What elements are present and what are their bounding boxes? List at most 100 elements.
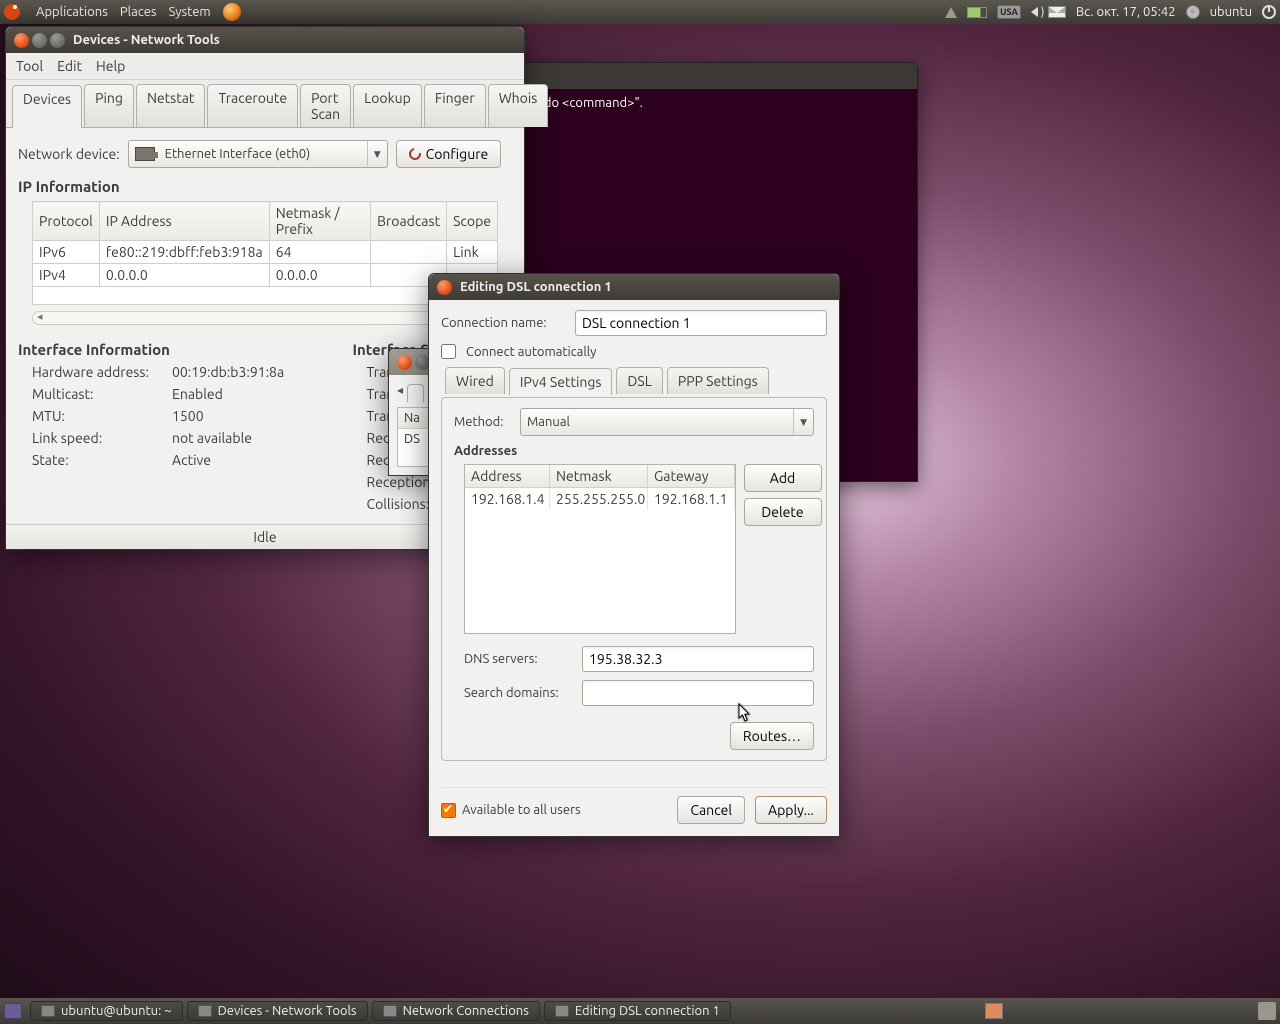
linkspeed-value: not available	[172, 430, 323, 446]
col-address[interactable]: Address	[465, 465, 550, 488]
edit-dsl-dialog: Editing DSL connection 1 Connection name…	[428, 273, 840, 837]
menu-system[interactable]: System	[169, 5, 211, 19]
firefox-icon[interactable]	[223, 3, 241, 21]
user-name[interactable]: ubuntu	[1210, 5, 1252, 19]
maximize-icon[interactable]	[50, 33, 65, 48]
user-icon[interactable]: ◦	[1186, 5, 1200, 19]
menu-places[interactable]: Places	[120, 5, 157, 19]
wifi-icon[interactable]	[945, 7, 957, 18]
add-button[interactable]: Add	[744, 464, 822, 492]
tab-netstat[interactable]: Netstat	[136, 84, 205, 127]
nettools-tabbar: Devices Ping Netstat Traceroute Port Sca…	[6, 80, 524, 127]
task-netconn[interactable]: Network Connections	[372, 1001, 540, 1021]
tab-traceroute[interactable]: Traceroute	[207, 84, 298, 127]
addresses-table[interactable]: Address Netmask Gateway 192.168.1.4 255.…	[464, 464, 736, 634]
wrench-icon	[406, 146, 423, 163]
col-broadcast[interactable]: Broadcast	[371, 202, 447, 241]
mtu-label: MTU:	[32, 408, 172, 424]
tab-ipv4[interactable]: IPv4 Settings	[509, 368, 613, 395]
nettools-title: Devices - Network Tools	[73, 33, 220, 47]
tab-dsl[interactable]: DSL	[616, 367, 662, 394]
autoconnect-checkbox[interactable]	[441, 344, 456, 359]
col-netmask2[interactable]: Netmask	[550, 465, 648, 488]
ubuntu-logo-icon	[4, 4, 20, 20]
linkspeed-label: Link speed:	[32, 430, 172, 446]
dns-label: DNS servers:	[464, 652, 572, 666]
method-label: Method:	[454, 415, 510, 429]
tab-ping[interactable]: Ping	[84, 84, 134, 127]
network-device-combo[interactable]: Ethernet Interface (eth0) ▼	[128, 140, 388, 168]
ip-information-heading: IP Information	[18, 178, 512, 195]
menu-applications[interactable]: Applications	[36, 5, 108, 19]
close-icon[interactable]	[437, 280, 452, 295]
keyboard-layout-indicator[interactable]: USA	[997, 5, 1021, 19]
col-gateway[interactable]: Gateway	[648, 465, 735, 488]
connname-input[interactable]	[575, 310, 827, 336]
task-nettools[interactable]: Devices - Network Tools	[187, 1001, 368, 1021]
tab-devices[interactable]: Devices	[12, 85, 82, 128]
col-scope[interactable]: Scope	[447, 202, 498, 241]
searchdomains-input[interactable]	[582, 680, 814, 706]
routes-button[interactable]: Routes…	[730, 722, 814, 750]
menu-tool[interactable]: Tool	[16, 58, 43, 74]
col-netmask[interactable]: Netmask / Prefix	[269, 202, 370, 241]
network-icon	[555, 1005, 569, 1017]
autoconnect-label: Connect automatically	[466, 345, 596, 359]
tab-fragment[interactable]	[407, 384, 424, 402]
terminal-icon	[41, 1005, 55, 1017]
mtu-value: 1500	[172, 408, 323, 424]
multicast-label: Multicast:	[32, 386, 172, 402]
menu-help[interactable]: Help	[96, 58, 125, 74]
dsl-title: Editing DSL connection 1	[460, 280, 612, 294]
cancel-button[interactable]: Cancel	[677, 796, 745, 824]
tab-finger[interactable]: Finger	[424, 84, 486, 127]
dns-input[interactable]	[582, 646, 814, 672]
nettools-titlebar[interactable]: Devices - Network Tools	[6, 27, 524, 53]
table-row[interactable]: IPv6 fe80::219:dbff:feb3:918a 64 Link	[33, 241, 498, 264]
col-ipaddress[interactable]: IP Address	[99, 202, 269, 241]
window-icon	[198, 1005, 212, 1017]
connname-label: Connection name:	[441, 316, 565, 330]
nic-icon	[135, 147, 155, 161]
col-protocol[interactable]: Protocol	[33, 202, 100, 241]
close-icon[interactable]	[14, 33, 29, 48]
top-panel: Applications Places System USA Вс. окт. …	[0, 0, 1280, 24]
method-value: Manual	[527, 415, 783, 429]
table-row[interactable]: 192.168.1.4 255.255.255.0 192.168.1.1	[465, 488, 735, 510]
workspace-switcher-icon[interactable]	[985, 1003, 1003, 1019]
state-label: State:	[32, 452, 172, 468]
mail-icon[interactable]	[1048, 6, 1066, 18]
tab-ppp[interactable]: PPP Settings	[667, 367, 769, 394]
task-dsl[interactable]: Editing DSL connection 1	[544, 1001, 731, 1021]
clock[interactable]: Вс. окт. 17, 05:42	[1076, 5, 1176, 19]
tab-lookup[interactable]: Lookup	[353, 84, 422, 127]
close-icon[interactable]	[397, 355, 412, 370]
show-desktop-icon[interactable]	[4, 1003, 22, 1019]
method-combo[interactable]: Manual ▼	[520, 408, 814, 436]
chevron-left-icon[interactable]: ◂	[397, 383, 403, 401]
configure-button[interactable]: Configure	[396, 140, 502, 168]
volume-icon[interactable]	[1031, 7, 1038, 17]
trash-icon[interactable]	[1258, 1002, 1276, 1020]
battery-icon[interactable]	[967, 7, 987, 18]
dsl-titlebar[interactable]: Editing DSL connection 1	[429, 274, 839, 300]
hwaddr-label: Hardware address:	[32, 364, 172, 380]
multicast-value: Enabled	[172, 386, 323, 402]
network-icon	[383, 1005, 397, 1017]
bottom-taskbar: ubuntu@ubuntu: ~ Devices - Network Tools…	[0, 998, 1280, 1024]
interface-info-heading: Interface Information	[18, 341, 323, 358]
addresses-heading: Addresses	[454, 444, 814, 458]
minimize-icon[interactable]	[32, 33, 47, 48]
menu-edit[interactable]: Edit	[57, 58, 82, 74]
task-terminal[interactable]: ubuntu@ubuntu: ~	[30, 1001, 183, 1021]
cell-address: 192.168.1.4	[465, 488, 550, 510]
apply-button[interactable]: Apply...	[755, 796, 827, 824]
available-all-users-checkbox[interactable]	[441, 803, 456, 818]
tab-wired[interactable]: Wired	[445, 367, 505, 394]
delete-button[interactable]: Delete	[744, 498, 822, 526]
tab-whois[interactable]: Whois	[488, 84, 549, 127]
chevron-down-icon: ▼	[367, 141, 381, 167]
tab-portscan[interactable]: Port Scan	[300, 84, 351, 127]
power-icon[interactable]	[1262, 5, 1276, 19]
cell-netmask: 255.255.255.0	[550, 488, 648, 510]
